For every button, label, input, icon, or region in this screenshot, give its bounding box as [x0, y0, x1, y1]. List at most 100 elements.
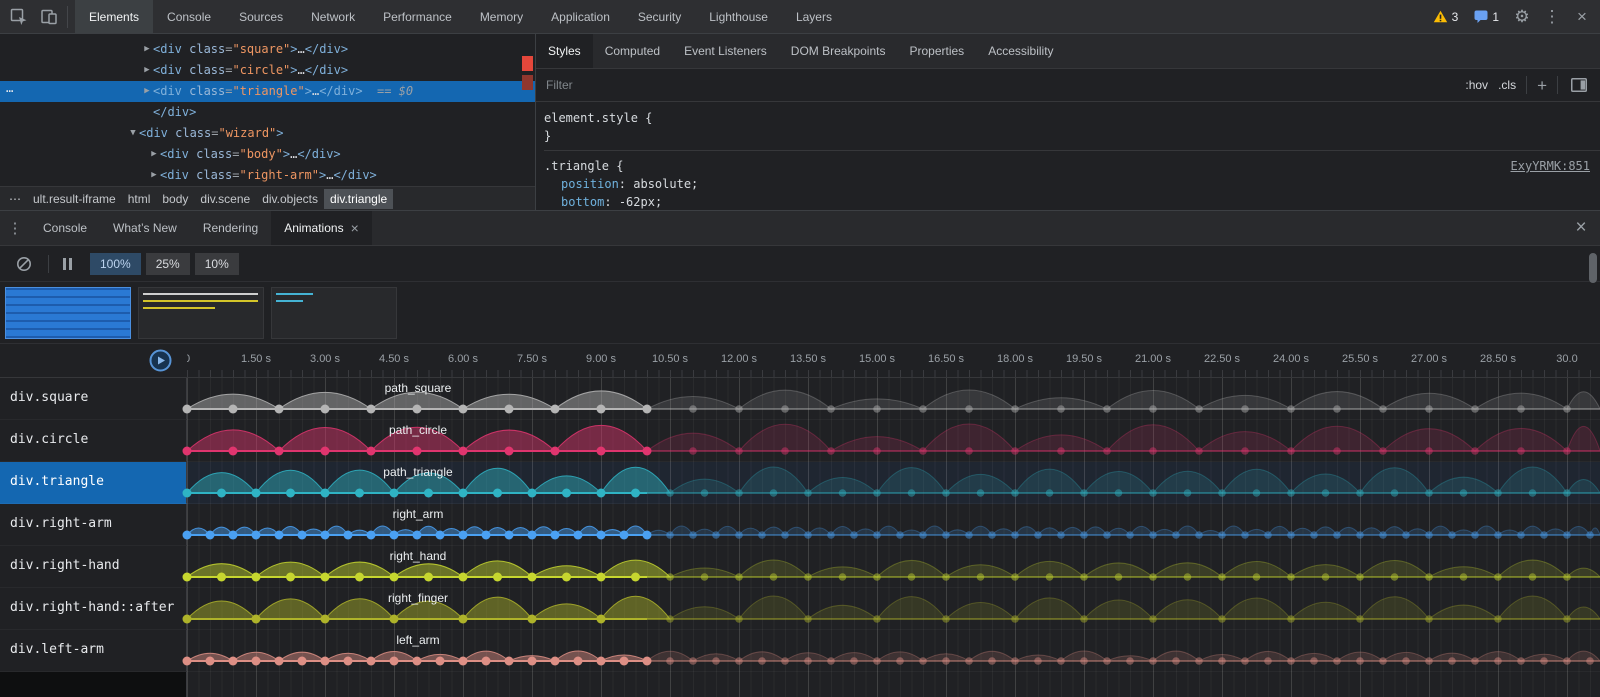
animation-group-preview-2[interactable] [138, 287, 264, 339]
main-tab-lighthouse[interactable]: Lighthouse [695, 0, 782, 33]
new-style-rule-button[interactable]: + [1537, 77, 1547, 94]
warnings-badge[interactable]: 3 [1426, 10, 1466, 24]
toggle-sidebar-button[interactable] [1568, 74, 1590, 96]
pseudo-state-toggle[interactable]: :hov [1465, 78, 1488, 92]
device-toolbar-button[interactable] [35, 3, 63, 31]
animation-row-div-right-hand[interactable]: div.right-handright_hand [0, 546, 1600, 588]
animation-row-div-right-arm[interactable]: div.right-armright_arm [0, 504, 1600, 546]
inspect-element-button[interactable] [5, 3, 33, 31]
expand-arrow-icon[interactable]: ▶ [141, 39, 153, 60]
dom-node-row[interactable]: ▶<div class="right-arm">…</div> [0, 165, 535, 186]
animation-row-div-right-hand-after[interactable]: div.right-hand::afterright_finger [0, 588, 1600, 630]
animation-track[interactable]: right_arm [187, 504, 1600, 546]
animation-track[interactable]: path_circle [187, 420, 1600, 462]
animation-row-div-square[interactable]: div.squarepath_square [0, 378, 1600, 420]
clear-animations-button[interactable] [10, 250, 38, 278]
playback-rate-100[interactable]: 100% [90, 253, 141, 275]
animation-row-element[interactable]: div.right-hand [0, 546, 187, 588]
css-declaration[interactable]: bottom: -62px; [544, 193, 1590, 210]
animation-group-preview-3[interactable] [271, 287, 397, 339]
expand-arrow-icon[interactable]: ▼ [127, 123, 139, 144]
styles-tab-styles[interactable]: Styles [536, 34, 593, 68]
animation-name: left_arm [396, 633, 439, 647]
breadcrumb-item-div-triangle[interactable]: div.triangle [324, 189, 393, 209]
warning-icon [1433, 10, 1448, 23]
animation-row-element[interactable]: div.circle [0, 420, 187, 462]
main-tab-console[interactable]: Console [153, 0, 225, 33]
stylesheet-source-link[interactable]: ExyYRMK:851 [1511, 157, 1590, 175]
animation-track[interactable]: path_triangle [187, 462, 1600, 504]
expand-arrow-icon[interactable]: ▶ [141, 81, 153, 102]
animation-row-element[interactable]: div.right-arm [0, 504, 187, 546]
animation-row-div-triangle[interactable]: div.trianglepath_triangle [0, 462, 1600, 504]
main-tab-layers[interactable]: Layers [782, 0, 846, 33]
expand-arrow-icon[interactable]: ▶ [148, 144, 160, 165]
css-selector[interactable]: element.style [544, 111, 638, 125]
close-devtools-button[interactable]: × [1568, 3, 1596, 31]
animation-group-preview-1[interactable] [5, 287, 131, 339]
playback-rate-10[interactable]: 10% [195, 253, 239, 275]
dom-node-row[interactable]: </div> [0, 102, 535, 123]
scrollbar-thumb[interactable] [1589, 253, 1597, 283]
css-selector[interactable]: .triangle [544, 159, 609, 173]
dom-node-row[interactable]: ⋯▶<div class="triangle">…</div> == $0 [0, 81, 535, 102]
close-tab-icon[interactable]: × [351, 221, 359, 235]
breadcrumb-item-div-scene[interactable]: div.scene [194, 189, 256, 209]
dom-scrollbar[interactable] [521, 34, 535, 186]
drawer-tab-animations[interactable]: Animations× [271, 211, 372, 245]
ruler-label: 6.00 s [448, 353, 478, 365]
replay-button[interactable] [149, 349, 172, 375]
animation-row-element[interactable]: div.right-hand::after [0, 588, 187, 630]
main-tab-sources[interactable]: Sources [225, 0, 297, 33]
animation-row-element[interactable]: div.square [0, 378, 187, 420]
styles-tab-accessibility[interactable]: Accessibility [976, 34, 1065, 68]
element-class-toggle[interactable]: .cls [1498, 78, 1516, 92]
main-tab-application[interactable]: Application [537, 0, 624, 33]
main-tab-memory[interactable]: Memory [466, 0, 537, 33]
expand-arrow-icon[interactable]: ▶ [148, 165, 160, 186]
animation-track[interactable]: path_square [187, 378, 1600, 420]
styles-tab-computed[interactable]: Computed [593, 34, 672, 68]
animation-row-div-left-arm[interactable]: div.left-arm left_arm [0, 630, 1600, 672]
animation-row-div-circle[interactable]: div.circlepath_circle [0, 420, 1600, 462]
timeline-ruler[interactable]: 01.50 s3.00 s4.50 s6.00 s7.50 s9.00 s10.… [187, 344, 1600, 377]
animation-track[interactable]: right_hand [187, 546, 1600, 588]
expand-arrow-icon[interactable]: ▶ [141, 60, 153, 81]
more-options-button[interactable]: ⋮ [1538, 3, 1566, 31]
scrollbar-error-marker[interactable] [522, 75, 533, 90]
dom-node-row[interactable]: ▶<div class="square">…</div> [0, 39, 535, 60]
drawer-tab-rendering[interactable]: Rendering [190, 211, 271, 245]
styles-filter-input[interactable] [546, 78, 1465, 92]
close-drawer-button[interactable]: × [1562, 211, 1600, 245]
scrollbar-error-marker[interactable] [522, 56, 533, 71]
animation-track[interactable]: left_arm [187, 630, 1600, 672]
styles-tab-properties[interactable]: Properties [897, 34, 976, 68]
playback-rate-25[interactable]: 25% [146, 253, 190, 275]
settings-button[interactable]: ⚙ [1508, 3, 1536, 31]
breadcrumb-item-ult-result-iframe[interactable]: ult.result-iframe [27, 189, 122, 209]
dom-node-row[interactable]: ▼<div class="wizard"> [0, 123, 535, 144]
animation-row-element[interactable]: div.left-arm [0, 630, 187, 672]
styles-tab-dom-breakpoints[interactable]: DOM Breakpoints [779, 34, 898, 68]
css-declaration[interactable]: position: absolute; [544, 175, 1590, 193]
breadcrumb-item-html[interactable]: html [122, 189, 157, 209]
issues-badge[interactable]: 1 [1467, 10, 1506, 24]
main-tab-elements[interactable]: Elements [75, 0, 153, 33]
node-overflow-menu-icon[interactable]: ⋯ [6, 81, 14, 102]
breadcrumb-item-div-objects[interactable]: div.objects [256, 189, 324, 209]
dom-node-row[interactable]: ▶<div class="circle">…</div> [0, 60, 535, 81]
ruler-label: 19.50 s [1066, 353, 1102, 365]
main-tab-security[interactable]: Security [624, 0, 695, 33]
drawer-tab-console[interactable]: Console [30, 211, 100, 245]
drawer-tab-what-s-new[interactable]: What’s New [100, 211, 190, 245]
main-tab-performance[interactable]: Performance [369, 0, 466, 33]
dom-node-row[interactable]: ▶<div class="body">…</div> [0, 144, 535, 165]
breadcrumb-item-body[interactable]: body [156, 189, 194, 209]
animation-row-element[interactable]: div.triangle [0, 462, 187, 504]
breadcrumb-overflow[interactable]: ⋯ [4, 192, 27, 206]
animation-track[interactable]: right_finger [187, 588, 1600, 630]
main-tab-network[interactable]: Network [297, 0, 369, 33]
drawer-menu-button[interactable]: ⋮ [0, 211, 30, 245]
styles-tab-event-listeners[interactable]: Event Listeners [672, 34, 779, 68]
pause-button[interactable] [59, 254, 76, 274]
